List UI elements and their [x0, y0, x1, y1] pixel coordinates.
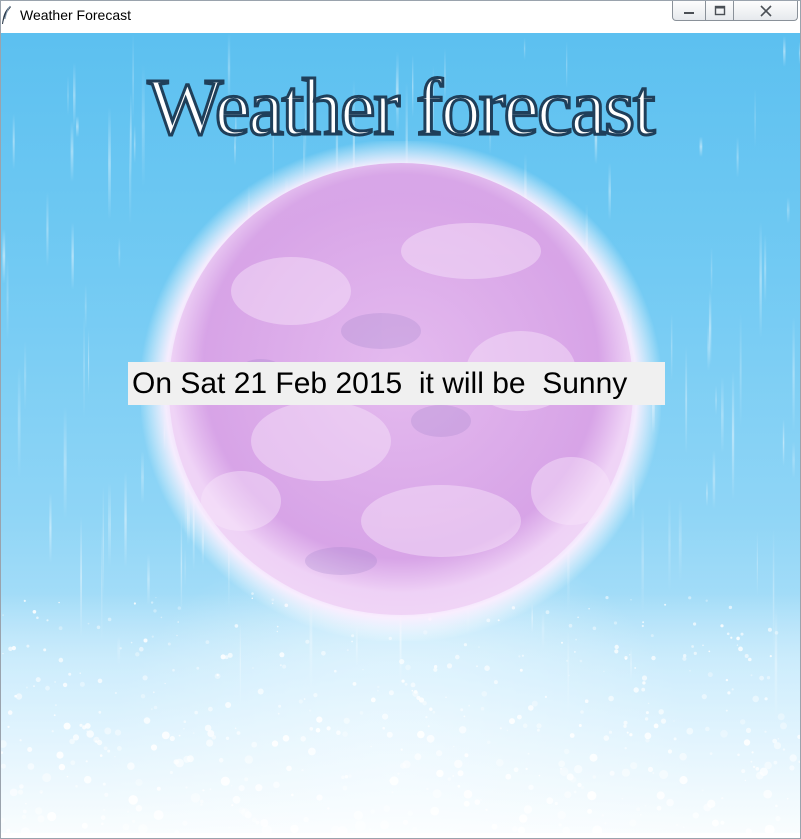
maximize-button[interactable] — [706, 1, 734, 21]
close-icon — [759, 4, 772, 17]
app-window: Weather Forecast Weather forecast On Sat… — [0, 0, 801, 839]
minimize-icon — [684, 11, 694, 14]
minimize-button[interactable] — [672, 1, 706, 21]
headline-title: Weather forecast — [146, 63, 657, 154]
title-bar[interactable]: Weather Forecast — [1, 1, 800, 31]
maximize-icon — [714, 5, 725, 15]
close-button[interactable] — [734, 1, 798, 21]
window-title: Weather Forecast — [20, 7, 132, 23]
forecast-label: On Sat 21 Feb 2015 it will be Sunny — [128, 362, 665, 405]
window-controls — [672, 1, 798, 21]
feather-icon — [2, 5, 11, 24]
background-canvas: Weather forecast On Sat 21 Feb 2015 it w… — [1, 33, 800, 833]
